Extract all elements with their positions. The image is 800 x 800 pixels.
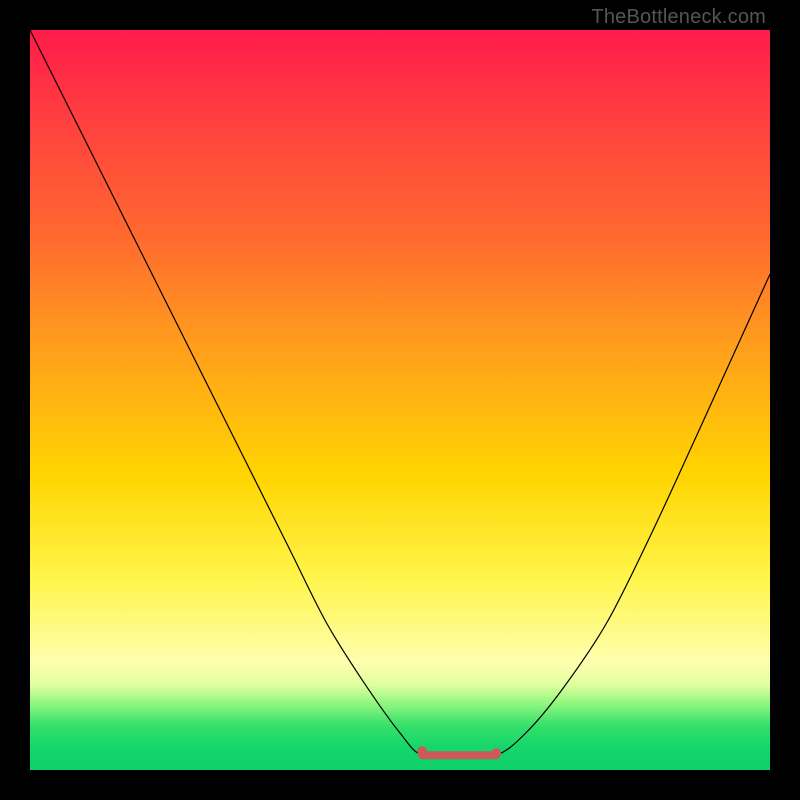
bottleneck-curve-line [30, 30, 770, 757]
optimal-flat-dot-left [417, 746, 427, 756]
watermark-text: TheBottleneck.com [591, 6, 766, 29]
optimal-flat-dot-right [491, 748, 501, 758]
chart-frame: TheBottleneck.com [0, 0, 800, 800]
curve-svg [30, 30, 770, 770]
plot-area [30, 30, 770, 770]
